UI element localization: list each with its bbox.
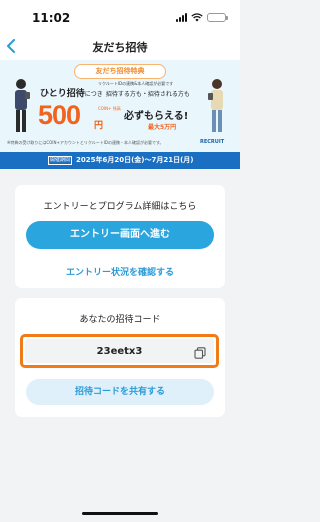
person-illustration-icon — [15, 79, 30, 132]
period-badge: 開催期間 — [48, 156, 72, 165]
invite-code-card: あなたの招待コード 23eetx3 招待コードを共有する — [15, 298, 225, 417]
promo-lead: ひとり招待につき 招待する方も・招待される方も — [40, 86, 190, 99]
promo-footnote: ※特典の受け取りにはCOIN+アカウントとリクルートIDの連携・本人確認が必要で… — [7, 140, 164, 145]
invite-code-box[interactable]: 23eetx3 — [20, 334, 219, 368]
status-bar: 11:02 — [0, 0, 240, 34]
promo-amount: 500 — [38, 100, 81, 130]
share-code-button[interactable]: 招待コードを共有する — [26, 379, 214, 405]
promo-yen: 円 — [94, 121, 104, 131]
promo-lead-suffix: 招待する方も・招待される方も — [105, 91, 190, 98]
status-icons — [176, 13, 228, 22]
promo-coin-label: COIN+ 残高 — [98, 106, 121, 111]
signal-icon — [176, 13, 187, 22]
nav-bar: 友だち招待 — [0, 34, 240, 60]
person-illustration-icon — [208, 79, 223, 132]
copy-icon[interactable] — [194, 347, 206, 359]
period-bar: 開催期間 2025年6月20日(金)〜7月21日(月) — [0, 152, 240, 169]
entry-status-link[interactable]: エントリー状況を確認する — [15, 265, 225, 278]
promo-must: 必ずもらえる! — [124, 111, 189, 122]
promo-banner[interactable]: 友だち招待特典 リクルートIDの連携&本人確認が必要です ひとり招待につき 招待… — [0, 60, 240, 152]
invite-code-value: 23eetx3 — [96, 346, 143, 357]
recruit-logo: RECRUIT — [200, 139, 225, 145]
wifi-icon — [191, 13, 203, 22]
entry-card: エントリーとプログラム詳細はこちら エントリー画面へ進む エントリー状況を確認す… — [15, 185, 225, 288]
home-indicator — [82, 512, 158, 515]
status-time: 11:02 — [32, 11, 71, 25]
promo-max: 最大5万円 — [148, 124, 177, 131]
period-text: 2025年6月20日(金)〜7月21日(月) — [76, 156, 194, 164]
promo-tag: 友だち招待特典 — [74, 64, 166, 79]
invite-code-title: あなたの招待コード — [79, 315, 161, 325]
page-title: 友だち招待 — [92, 41, 148, 54]
promo-lead-connector: につき — [84, 91, 103, 98]
invite-code-field: 23eetx3 — [25, 339, 214, 363]
promo-lead-prefix: ひとり招待 — [40, 89, 85, 99]
entry-button[interactable]: エントリー画面へ進む — [26, 221, 214, 249]
entry-card-title: エントリーとプログラム詳細はこちら — [43, 202, 197, 212]
battery-icon — [207, 13, 228, 22]
